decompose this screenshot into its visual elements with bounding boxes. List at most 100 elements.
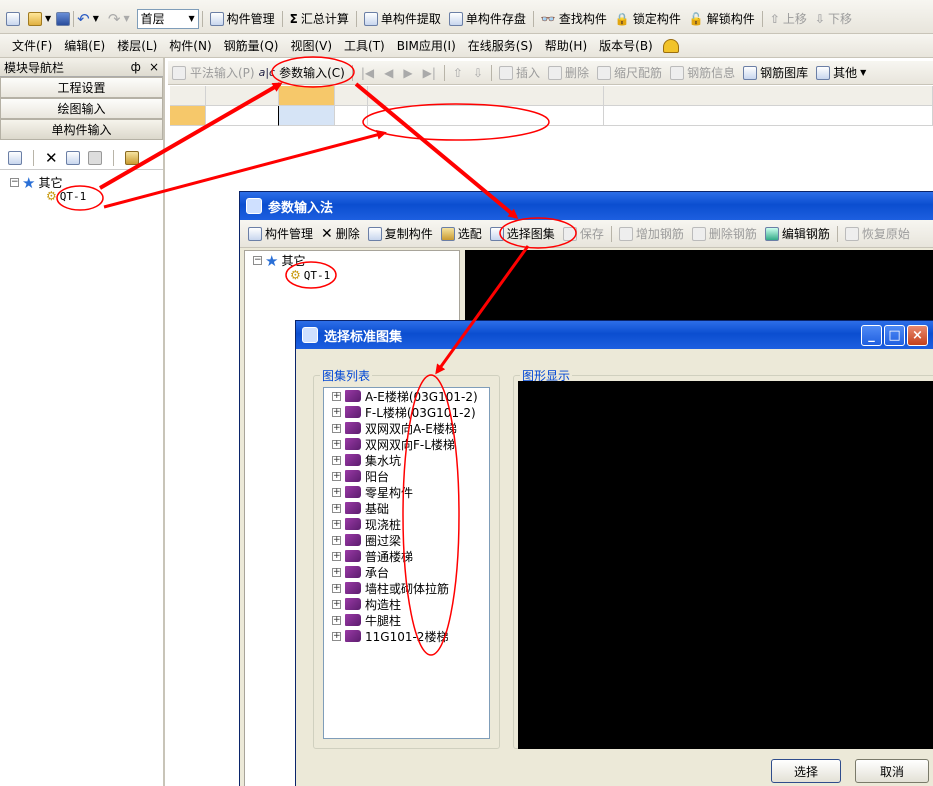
undo-icon[interactable]: ↶: [77, 10, 90, 28]
atlas-list-item[interactable]: + 圈过梁: [324, 532, 489, 548]
grid-cell[interactable]: [368, 106, 604, 126]
expand-icon[interactable]: +: [332, 503, 341, 513]
copy-icon[interactable]: [65, 150, 80, 165]
expand-icon[interactable]: +: [332, 423, 341, 433]
grid-cell[interactable]: [335, 106, 368, 126]
menu-item-1[interactable]: 编辑(E): [58, 37, 111, 54]
param-window-titlebar[interactable]: 参数输入法: [240, 192, 933, 220]
component-list-icon[interactable]: [8, 150, 22, 165]
rebar-grid[interactable]: [170, 86, 933, 126]
cancel-button[interactable]: 取消: [855, 759, 929, 783]
param-select-config-button[interactable]: 选配: [437, 224, 486, 244]
nav-button-drawing-input[interactable]: 绘图输入: [0, 98, 163, 119]
param-add-rebar-button[interactable]: 增加钢筋: [615, 224, 688, 244]
atlas-list-item[interactable]: + 阳台: [324, 468, 489, 484]
atlas-list-item[interactable]: + 集水坑: [324, 452, 489, 468]
atlas-list-item[interactable]: + F-L楼梯(03G101-2): [324, 404, 489, 420]
menu-item-8[interactable]: 在线服务(S): [462, 37, 539, 54]
atlas-list-item[interactable]: + 承台: [324, 564, 489, 580]
param-delete-button[interactable]: ✕ 删除: [317, 224, 364, 244]
atlas-list-item[interactable]: +11G101-2楼梯: [324, 628, 489, 644]
atlas-list-item[interactable]: + 普通楼梯: [324, 548, 489, 564]
expand-icon[interactable]: +: [332, 407, 341, 417]
atlas-list-item[interactable]: + A-E楼梯(03G101-2): [324, 388, 489, 404]
toolbar-item-8[interactable]: ⇩ 下移: [811, 9, 856, 29]
new-file-icon[interactable]: [6, 11, 20, 26]
delete-icon[interactable]: ✕: [45, 149, 58, 167]
toolbar-item-4[interactable]: 👓 查找构件: [537, 9, 611, 29]
atlas-list-item[interactable]: + 牛腿柱: [324, 612, 489, 628]
param-copy-button[interactable]: 复制构件: [364, 224, 437, 244]
menu-item-2[interactable]: 楼层(L): [111, 37, 163, 54]
toolbar-item-6[interactable]: 🔓 解锁构件: [685, 9, 759, 29]
redo-icon[interactable]: ↷: [108, 10, 121, 28]
clipboard-icon[interactable]: [124, 150, 139, 165]
grid-row-header[interactable]: [170, 106, 206, 126]
menu-item-3[interactable]: 构件(N): [163, 37, 217, 54]
toolbar-item-1[interactable]: Σ 汇总计算: [286, 9, 353, 29]
expand-icon[interactable]: +: [332, 519, 341, 529]
expand-icon[interactable]: +: [332, 567, 341, 577]
atlas-list-item[interactable]: + 零星构件: [324, 484, 489, 500]
menu-item-9[interactable]: 帮助(H): [539, 37, 593, 54]
nav-button-project-settings[interactable]: 工程设置: [0, 77, 163, 98]
expand-icon[interactable]: +: [332, 487, 341, 497]
menu-item-7[interactable]: BIM应用(I): [391, 37, 462, 54]
menu-item-6[interactable]: 工具(T): [338, 37, 391, 54]
expand-icon[interactable]: +: [332, 439, 341, 449]
delete-row-button[interactable]: 删除: [544, 63, 593, 83]
atlas-list-item[interactable]: + 墙柱或砌体拉筋: [324, 580, 489, 596]
menu-item-0[interactable]: 文件(F): [6, 37, 58, 54]
paste-icon[interactable]: [87, 150, 102, 165]
atlas-dialog-titlebar[interactable]: 选择标准图集 _ □ ×: [296, 321, 933, 349]
save-icon[interactable]: [56, 11, 71, 26]
menu-item-10[interactable]: 版本号(B): [593, 37, 659, 54]
scale-rebar-button[interactable]: 缩尺配筋: [593, 63, 666, 83]
param-tree-root[interactable]: − ★ 其它: [253, 252, 305, 269]
expand-icon[interactable]: +: [332, 471, 341, 481]
atlas-list-item[interactable]: + 现浇桩: [324, 516, 489, 532]
helmet-icon[interactable]: [662, 38, 679, 53]
param-save-button[interactable]: 保存: [559, 224, 608, 244]
nav-tree-child[interactable]: ⚙ QT-1: [46, 189, 86, 203]
select-button[interactable]: 选择: [771, 759, 841, 783]
grid-cell[interactable]: [206, 106, 279, 126]
pin-icon[interactable]: ф: [131, 60, 141, 74]
param-select-atlas-button[interactable]: 选择图集: [486, 224, 559, 244]
atlas-list-item[interactable]: + 构造柱: [324, 596, 489, 612]
menu-item-5[interactable]: 视图(V): [284, 37, 338, 54]
insert-button[interactable]: 插入: [495, 63, 544, 83]
close-icon[interactable]: ×: [907, 324, 928, 346]
param-delete-rebar-button[interactable]: 删除钢筋: [688, 224, 761, 244]
open-folder-icon[interactable]: [28, 11, 42, 26]
param-input-button[interactable]: 参数输入(C): [275, 63, 349, 83]
maximize-icon[interactable]: □: [884, 324, 905, 346]
expand-icon[interactable]: +: [332, 551, 341, 561]
atlas-list-item[interactable]: + 双网双向F-L楼梯: [324, 436, 489, 452]
rebar-info-button[interactable]: 钢筋信息: [666, 63, 739, 83]
close-icon[interactable]: ×: [149, 60, 159, 74]
floor-select[interactable]: 首层 ▼: [136, 8, 199, 29]
expand-icon[interactable]: +: [332, 535, 341, 545]
rebar-library-button[interactable]: 钢筋图库: [739, 63, 812, 83]
param-tree-child[interactable]: ⚙ QT-1: [290, 268, 330, 282]
expand-icon[interactable]: +: [332, 599, 341, 609]
grid-cell-selected[interactable]: [279, 106, 335, 126]
minimize-icon[interactable]: _: [861, 324, 882, 346]
nav-button-single-component-input[interactable]: 单构件输入: [0, 119, 163, 140]
toolbar-item-5[interactable]: 🔒 锁定构件: [611, 9, 685, 29]
menu-item-4[interactable]: 钢筋量(Q): [218, 37, 285, 54]
collapse-icon[interactable]: −: [10, 178, 19, 187]
toolbar-item-2[interactable]: 单构件提取: [360, 9, 445, 29]
expand-icon[interactable]: +: [332, 631, 341, 641]
grid-cell[interactable]: [604, 106, 933, 126]
collapse-icon[interactable]: −: [253, 256, 262, 265]
flat-input-button[interactable]: 平法输入(P): [186, 63, 259, 83]
atlas-list[interactable]: + A-E楼梯(03G101-2) + F-L楼梯(03G101-2) + 双网双向A-E…: [323, 387, 490, 739]
toolbar-item-0[interactable]: 构件管理: [206, 9, 279, 29]
param-edit-rebar-button[interactable]: 编辑钢筋: [761, 224, 834, 244]
expand-icon[interactable]: +: [332, 583, 341, 593]
expand-icon[interactable]: +: [332, 615, 341, 625]
other-menu-button[interactable]: 其他 ▼: [812, 63, 870, 83]
expand-icon[interactable]: +: [332, 455, 341, 465]
